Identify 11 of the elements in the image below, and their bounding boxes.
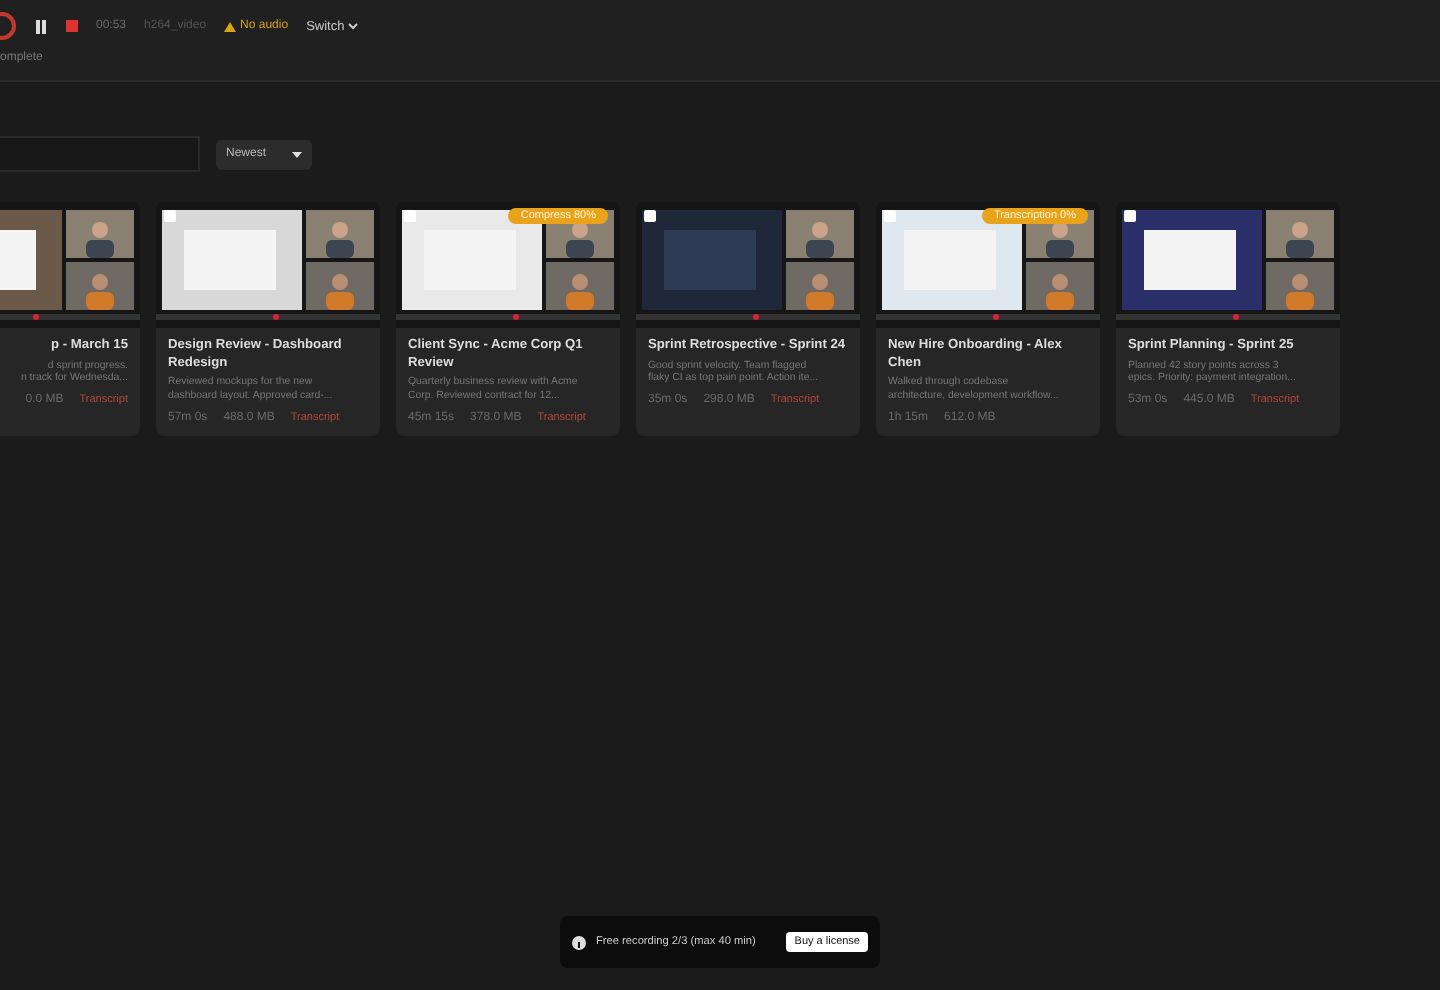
pause-button[interactable] [34, 19, 48, 33]
info-icon [572, 935, 586, 949]
checkbox[interactable] [644, 210, 656, 222]
checkbox[interactable] [884, 210, 896, 222]
checkbox[interactable] [1124, 210, 1136, 222]
checkbox[interactable] [404, 210, 416, 222]
caret-icon [292, 151, 302, 157]
stop-button[interactable] [66, 20, 78, 32]
chevron-down-icon [348, 22, 359, 30]
checkbox[interactable] [164, 210, 176, 222]
warning-icon [224, 21, 237, 31]
